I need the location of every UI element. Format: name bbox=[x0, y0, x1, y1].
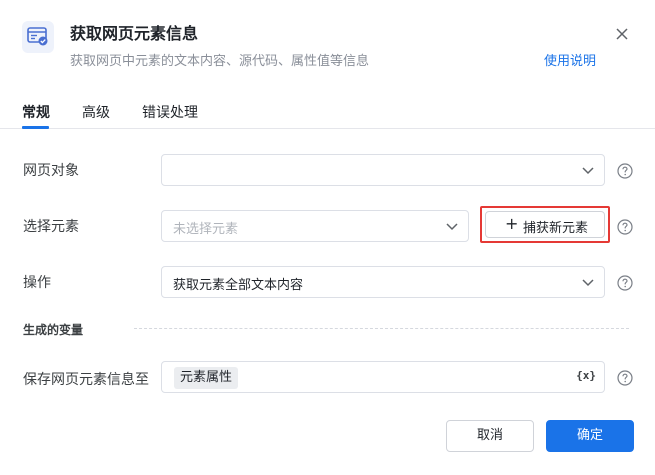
operation-value: 获取元素全部文本内容 bbox=[173, 278, 304, 293]
output-variable-input[interactable]: 元素属性 {x} bbox=[161, 361, 605, 393]
capture-button-label: 捕获新元素 bbox=[523, 221, 589, 236]
select-element-label: 选择元素 bbox=[23, 219, 79, 235]
section-divider bbox=[134, 328, 629, 329]
confirm-button[interactable]: 确定 bbox=[546, 420, 634, 452]
variable-chip: 元素属性 bbox=[174, 367, 239, 389]
web-object-label: 网页对象 bbox=[23, 163, 79, 179]
capture-new-element-button[interactable]: + 捕获新元素 bbox=[485, 211, 605, 238]
plus-icon: + bbox=[505, 214, 519, 233]
close-icon[interactable] bbox=[612, 24, 632, 44]
active-tab-indicator bbox=[22, 126, 49, 129]
help-icon[interactable] bbox=[617, 275, 633, 291]
dialog-title: 获取网页元素信息 bbox=[70, 24, 199, 43]
help-icon[interactable] bbox=[617, 370, 633, 386]
help-icon[interactable] bbox=[617, 219, 633, 235]
cancel-button[interactable]: 取消 bbox=[446, 420, 534, 452]
element-info-icon bbox=[22, 21, 54, 53]
web-object-select[interactable] bbox=[161, 154, 605, 186]
tab-bar: 常规 高级 错误处理 bbox=[0, 96, 655, 129]
tab-advanced[interactable]: 高级 bbox=[82, 102, 110, 122]
chevron-down-icon bbox=[582, 167, 594, 175]
operation-select[interactable]: 获取元素全部文本内容 bbox=[161, 266, 605, 298]
element-select[interactable]: 未选择元素 bbox=[161, 210, 469, 242]
save-to-label: 保存网页元素信息至 bbox=[23, 372, 149, 388]
operation-label: 操作 bbox=[23, 275, 51, 291]
dialog-subtitle: 获取网页中元素的文本内容、源代码、属性值等信息 bbox=[70, 54, 370, 69]
tab-general[interactable]: 常规 bbox=[22, 102, 50, 122]
variable-picker-icon[interactable]: {x} bbox=[576, 369, 596, 382]
element-select-placeholder: 未选择元素 bbox=[173, 222, 239, 237]
output-variables-section-title: 生成的变量 bbox=[23, 323, 84, 337]
chevron-down-icon bbox=[446, 223, 458, 231]
capture-highlight: + 捕获新元素 bbox=[480, 206, 610, 243]
chevron-down-icon bbox=[582, 279, 594, 287]
tab-error-handling[interactable]: 错误处理 bbox=[142, 102, 198, 122]
help-link[interactable]: 使用说明 bbox=[544, 50, 596, 69]
help-icon[interactable] bbox=[617, 163, 633, 179]
